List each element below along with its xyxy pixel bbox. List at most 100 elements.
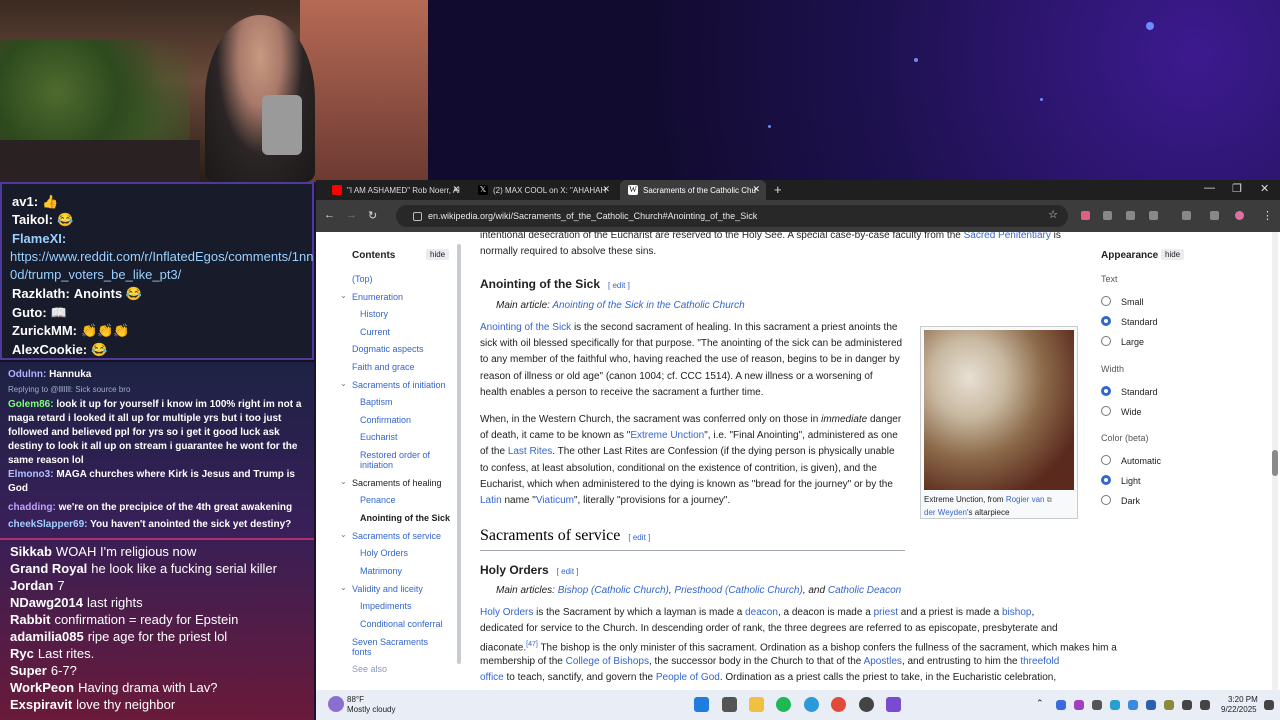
toc-item[interactable]: Confirmation bbox=[360, 415, 460, 425]
toc-item[interactable]: See also bbox=[352, 664, 452, 674]
tray-icon[interactable] bbox=[1092, 700, 1102, 710]
chevron-down-icon[interactable]: ⌄ bbox=[340, 291, 347, 300]
close-icon[interactable]: ✕ bbox=[752, 184, 760, 195]
toc-item[interactable]: Dogmatic aspects bbox=[352, 344, 452, 354]
link[interactable]: deacon bbox=[745, 607, 778, 618]
toc-item[interactable]: Baptism bbox=[360, 397, 460, 407]
link[interactable]: threefold bbox=[1020, 656, 1059, 667]
tray-icon[interactable] bbox=[1056, 700, 1066, 710]
minimize-button[interactable]: — bbox=[1204, 182, 1215, 194]
notification-icon[interactable] bbox=[1264, 700, 1274, 710]
toc-item[interactable]: Faith and grace bbox=[352, 362, 452, 372]
new-tab-button[interactable]: + bbox=[774, 182, 782, 197]
link[interactable]: Apostles bbox=[864, 656, 902, 667]
link[interactable]: Holy Orders bbox=[480, 607, 533, 618]
edit-link[interactable]: edit bbox=[612, 281, 625, 290]
wifi-icon[interactable] bbox=[1182, 700, 1192, 710]
back-button[interactable]: ← bbox=[324, 209, 335, 221]
app-icon[interactable] bbox=[886, 697, 901, 712]
link[interactable]: der Weyden bbox=[924, 508, 967, 517]
media-icon[interactable] bbox=[1210, 211, 1219, 220]
link[interactable]: Viaticum bbox=[536, 495, 574, 506]
link[interactable]: Bishop (Catholic Church) bbox=[558, 585, 669, 596]
chat-link[interactable]: 0d/trump_voters_be_like_pt3/ bbox=[10, 267, 181, 282]
link[interactable]: Latin bbox=[480, 495, 502, 506]
link[interactable]: College of Bishops bbox=[566, 656, 649, 667]
link[interactable]: People of God bbox=[656, 672, 720, 683]
forward-button[interactable]: → bbox=[346, 209, 357, 221]
toc-item[interactable]: Current bbox=[360, 327, 460, 337]
extreme-unction-painting[interactable] bbox=[924, 330, 1074, 490]
radio-small[interactable] bbox=[1101, 296, 1111, 306]
toc-item[interactable]: Enumeration bbox=[352, 292, 452, 302]
toc-scrollbar[interactable] bbox=[457, 244, 461, 664]
link[interactable]: Sacred Penitentiary bbox=[964, 232, 1051, 241]
expand-icon[interactable]: ⧉ bbox=[1047, 497, 1052, 504]
obs-icon[interactable] bbox=[859, 697, 874, 712]
tray-icon[interactable] bbox=[1128, 700, 1138, 710]
extension-icon[interactable] bbox=[1103, 211, 1112, 220]
appearance-hide-button[interactable]: hide bbox=[1161, 249, 1185, 260]
edge-icon[interactable] bbox=[804, 697, 819, 712]
toc-item[interactable]: Sacraments of healing bbox=[352, 478, 452, 488]
scrollbar-thumb[interactable] bbox=[1272, 450, 1278, 476]
browser-tab[interactable]: 𝕏 (2) MAX COOL on X: "AHAHAH ✕ bbox=[470, 180, 616, 200]
bookmark-star-icon[interactable]: ☆ bbox=[1048, 208, 1058, 221]
toc-item-current[interactable]: Anointing of the Sick bbox=[360, 513, 460, 523]
toc-item[interactable]: Seven Sacraments fonts bbox=[352, 637, 434, 657]
radio-color-automatic[interactable] bbox=[1101, 455, 1111, 465]
browser-tab-active[interactable]: W Sacraments of the Catholic Chu ✕ bbox=[620, 180, 766, 200]
volume-icon[interactable] bbox=[1200, 700, 1210, 710]
radio-width-standard[interactable] bbox=[1101, 386, 1111, 396]
link[interactable]: bishop bbox=[1002, 607, 1031, 618]
link[interactable]: Anointing of the Sick in the Catholic Ch… bbox=[552, 300, 744, 311]
file-explorer-icon[interactable] bbox=[749, 697, 764, 712]
start-icon[interactable] bbox=[694, 697, 709, 712]
toc-item[interactable]: Holy Orders bbox=[360, 548, 460, 558]
toc-item[interactable]: Conditional conferral bbox=[360, 619, 460, 629]
browser-tab[interactable]: "I AM ASHAMED" Rob Noerr, Al ✕ bbox=[324, 180, 466, 200]
clock-date[interactable]: 9/22/2025 bbox=[1221, 705, 1257, 714]
spotify-icon[interactable] bbox=[776, 697, 791, 712]
tray-icon[interactable] bbox=[1146, 700, 1156, 710]
edit-link[interactable]: edit bbox=[561, 567, 574, 576]
close-icon[interactable]: ✕ bbox=[452, 184, 460, 195]
reload-button[interactable]: ↻ bbox=[368, 209, 377, 222]
toc-item[interactable]: Sacraments of initiation bbox=[352, 380, 452, 390]
chevron-up-icon[interactable]: ⌃ bbox=[1036, 698, 1044, 709]
link[interactable]: Anointing of the Sick bbox=[480, 322, 571, 333]
chat-link[interactable]: https://www.reddit.com/r/InflatedEgos/co… bbox=[10, 249, 314, 264]
weather-temp[interactable]: 88°F bbox=[347, 695, 364, 704]
toc-item[interactable]: Matrimony bbox=[360, 566, 460, 576]
radio-color-light[interactable] bbox=[1101, 475, 1111, 485]
puzzle-icon[interactable] bbox=[1149, 211, 1158, 220]
reference-link[interactable]: [47] bbox=[526, 641, 538, 648]
edit-link[interactable]: edit bbox=[633, 533, 646, 542]
menu-icon[interactable]: ⋮ bbox=[1262, 209, 1273, 222]
split-view-icon[interactable] bbox=[1182, 211, 1191, 220]
close-icon[interactable]: ✕ bbox=[602, 184, 610, 195]
link[interactable]: priest bbox=[874, 607, 898, 618]
toc-item[interactable]: (Top) bbox=[352, 274, 452, 284]
clock-time[interactable]: 3:20 PM bbox=[1228, 695, 1258, 704]
toc-item[interactable]: Restored order of initiation bbox=[360, 450, 440, 470]
toc-item[interactable]: History bbox=[360, 309, 460, 319]
close-window-button[interactable]: ✕ bbox=[1260, 182, 1269, 195]
address-bar[interactable]: en.wikipedia.org/wiki/Sacraments_of_the_… bbox=[396, 205, 1068, 227]
link[interactable]: Rogier van bbox=[1006, 495, 1045, 504]
chevron-down-icon[interactable]: ⌄ bbox=[340, 477, 347, 486]
link[interactable]: Last Rites bbox=[508, 446, 552, 457]
toc-item[interactable]: Impediments bbox=[360, 601, 460, 611]
toc-item[interactable]: Eucharist bbox=[360, 432, 460, 442]
link[interactable]: Extreme Unction bbox=[630, 430, 704, 441]
chevron-down-icon[interactable]: ⌄ bbox=[340, 530, 347, 539]
radio-standard[interactable] bbox=[1101, 316, 1111, 326]
tray-icon[interactable] bbox=[1074, 700, 1084, 710]
extension-icon[interactable] bbox=[1126, 211, 1135, 220]
site-info-icon[interactable] bbox=[413, 211, 422, 221]
avatar[interactable] bbox=[1235, 211, 1244, 220]
link[interactable]: Catholic Deacon bbox=[828, 585, 901, 596]
toc-hide-button[interactable]: hide bbox=[426, 249, 450, 260]
toc-item[interactable]: Validity and liceity bbox=[352, 584, 452, 594]
chrome-icon[interactable] bbox=[831, 697, 846, 712]
